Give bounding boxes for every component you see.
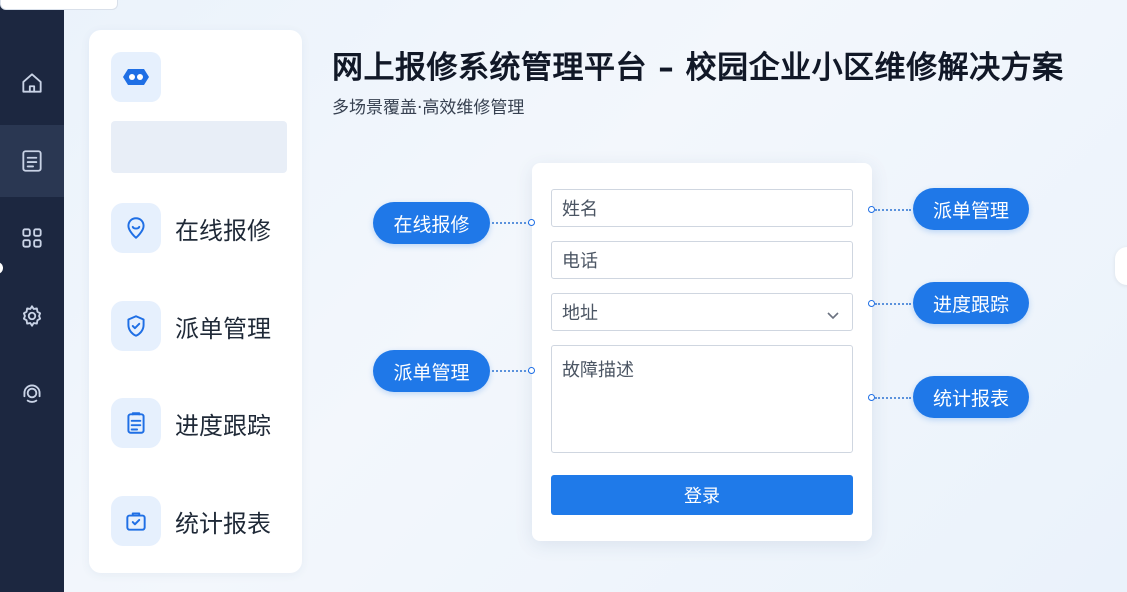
- connector-line: [875, 303, 911, 305]
- rail-settings[interactable]: [0, 280, 64, 352]
- sidebar-item-label: 进度跟踪: [175, 411, 271, 440]
- connector-line: [492, 370, 530, 372]
- connector-dot: [868, 394, 875, 401]
- home-icon: [22, 73, 42, 93]
- page-title: 网上报修系统管理平台 – 校园企业小区维修解决方案: [332, 50, 1064, 86]
- name-field[interactable]: 姓名: [551, 189, 853, 227]
- sidebar-item-label: 统计报表: [175, 509, 271, 538]
- connector-line: [875, 397, 911, 399]
- phone-field[interactable]: 电话: [551, 241, 853, 279]
- callout-right-dispatch: 派单管理: [913, 188, 1029, 230]
- shield-check-icon: [127, 315, 145, 337]
- connector-dot: [528, 367, 535, 374]
- description-textarea[interactable]: 故障描述: [551, 345, 853, 453]
- expand-handle[interactable]: [1115, 247, 1127, 285]
- connector-line: [875, 209, 911, 211]
- repair-form: 姓名 电话 地址 故障描述 登录: [532, 163, 872, 541]
- address-placeholder: 地址: [562, 303, 598, 324]
- sidebar-item-dispatch[interactable]: 派单管理: [111, 300, 291, 352]
- sidebar-item-reports[interactable]: 统计报表: [111, 495, 291, 547]
- feature-sidebar: 在线报修 派单管理 进度跟踪 统计报表: [89, 30, 302, 573]
- callout-left-online-repair: 在线报修: [373, 202, 490, 244]
- name-placeholder: 姓名: [562, 199, 598, 220]
- logo: [111, 52, 161, 102]
- rail-support[interactable]: [0, 357, 64, 429]
- connector-dot: [868, 206, 875, 213]
- window-tab-stub: [0, 0, 118, 10]
- login-button[interactable]: 登录: [551, 475, 853, 515]
- connector-line: [492, 222, 530, 224]
- sidebar-item-label: 派单管理: [175, 314, 271, 343]
- clipboard-icon: [127, 412, 145, 434]
- support-icon: [23, 384, 41, 403]
- side-icon-box: [111, 496, 161, 546]
- sidebar-item-label: 在线报修: [175, 216, 271, 245]
- rail-apps[interactable]: [0, 202, 64, 274]
- chevron-down-icon: [826, 306, 840, 320]
- location-pin-icon: [127, 217, 145, 239]
- callout-right-reports: 统计报表: [913, 376, 1029, 418]
- connector-dot: [528, 219, 535, 226]
- side-icon-box: [111, 398, 161, 448]
- callout-left-dispatch: 派单管理: [373, 350, 490, 392]
- phone-placeholder: 电话: [562, 251, 598, 272]
- side-icon-box: [111, 203, 161, 253]
- description-placeholder: 故障描述: [562, 360, 634, 381]
- side-icon-box: [111, 301, 161, 351]
- rail-documents[interactable]: [0, 125, 64, 197]
- grid-icon: [22, 228, 42, 248]
- document-icon: [22, 150, 42, 172]
- rail-home[interactable]: [0, 47, 64, 119]
- gear-icon: [22, 305, 42, 327]
- callout-right-progress: 进度跟踪: [913, 282, 1029, 324]
- address-select[interactable]: 地址: [551, 293, 853, 331]
- robot-icon: [123, 69, 149, 85]
- page-subtitle: 多场景覆盖·高效维修管理: [332, 98, 525, 118]
- search-placeholder-bar: [111, 121, 287, 173]
- connector-dot: [868, 300, 875, 307]
- briefcase-check-icon: [126, 512, 146, 531]
- sidebar-item-progress[interactable]: 进度跟踪: [111, 397, 291, 449]
- sidebar-item-online-repair[interactable]: 在线报修: [111, 202, 291, 254]
- nav-rail: [0, 0, 64, 592]
